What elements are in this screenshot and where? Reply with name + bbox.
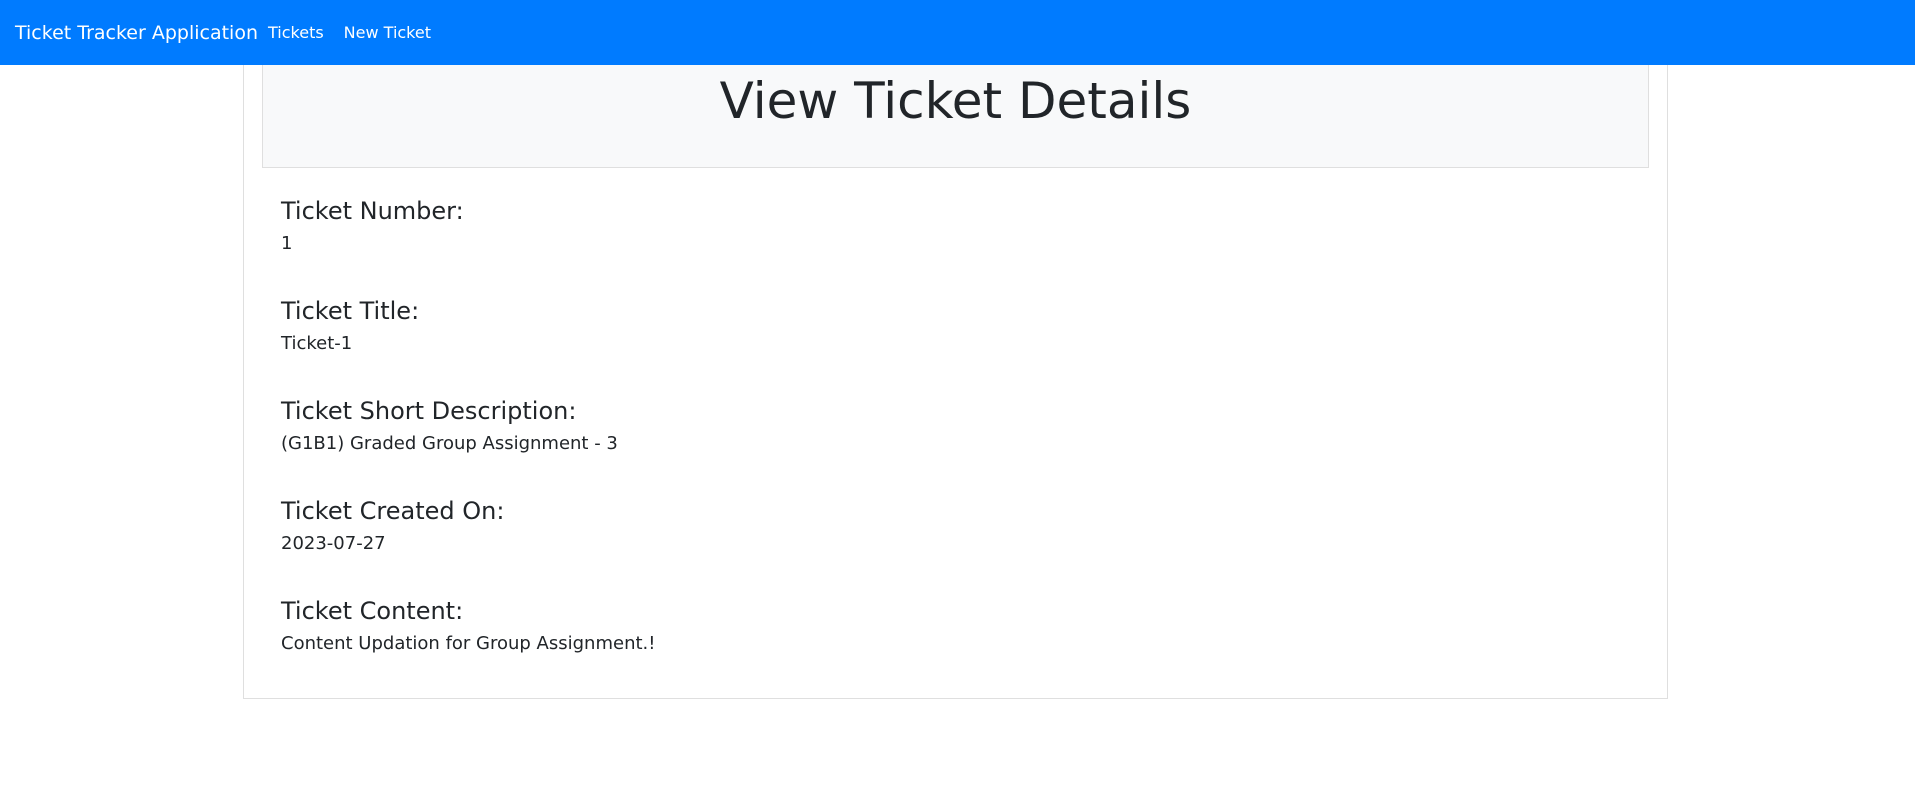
- ticket-number-field: Ticket Number: 1: [281, 199, 464, 253]
- navbar: Ticket Tracker Application Tickets New T…: [0, 0, 1915, 65]
- card-header: View Ticket Details: [262, 65, 1649, 168]
- ticket-title-label: Ticket Title:: [281, 297, 420, 325]
- ticket-content-field: Ticket Content: Content Updation for Gro…: [281, 599, 655, 653]
- ticket-content-value: Content Updation for Group Assignment.!: [281, 633, 656, 654]
- ticket-content-label: Ticket Content:: [281, 597, 464, 625]
- ticket-title-field: Ticket Title: Ticket-1: [281, 299, 419, 353]
- ticket-number-value: 1: [281, 233, 293, 254]
- ticket-short-description-label: Ticket Short Description:: [281, 397, 577, 425]
- ticket-short-description-value: (G1B1) Graded Group Assignment - 3: [281, 433, 618, 454]
- page-title: View Ticket Details: [719, 72, 1192, 130]
- ticket-created-on-label: Ticket Created On:: [281, 497, 505, 525]
- navbar-brand[interactable]: Ticket Tracker Application: [15, 22, 258, 44]
- ticket-created-on-value: 2023-07-27: [281, 533, 386, 554]
- nav-link-tickets[interactable]: Tickets: [268, 23, 324, 42]
- ticket-title-value: Ticket-1: [281, 333, 353, 354]
- ticket-number-label: Ticket Number:: [281, 197, 464, 225]
- ticket-created-on-field: Ticket Created On: 2023-07-27: [281, 499, 504, 553]
- ticket-short-description-field: Ticket Short Description: (G1B1) Graded …: [281, 399, 618, 453]
- ticket-details-card: View Ticket Details Ticket Number: 1 Tic…: [243, 65, 1668, 699]
- nav-link-new-ticket[interactable]: New Ticket: [344, 23, 431, 42]
